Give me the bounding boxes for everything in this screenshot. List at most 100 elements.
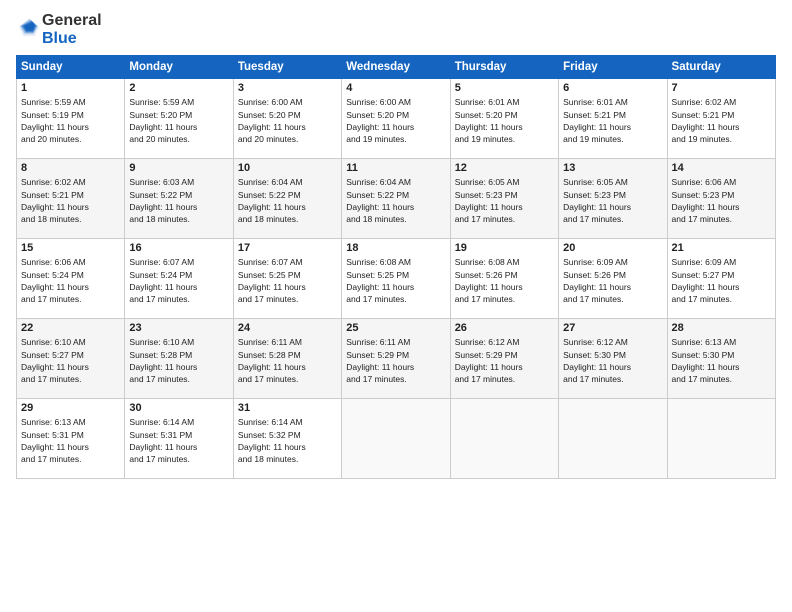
day-info: Sunrise: 6:00 AM Sunset: 5:20 PM Dayligh… [238, 96, 337, 145]
day-cell: 30Sunrise: 6:14 AM Sunset: 5:31 PM Dayli… [125, 399, 233, 479]
day-cell: 2 Sunrise: 5:59 AM Sunset: 5:20 PM Daylig… [125, 79, 233, 159]
day-cell [667, 399, 775, 479]
day-info: Sunrise: 6:12 AM Sunset: 5:29 PM Dayligh… [455, 336, 554, 385]
day-number: 4 [346, 82, 445, 94]
day-number: 6 [563, 82, 662, 94]
day-number: 22 [21, 322, 120, 334]
day-cell: 20Sunrise: 6:09 AM Sunset: 5:26 PM Dayli… [559, 239, 667, 319]
day-number: 8 [21, 162, 120, 174]
day-number: 7 [672, 82, 771, 94]
day-cell: 13 Sunrise: 6:05 AM Sunset: 5:23 PM Dayli… [559, 159, 667, 239]
calendar-table: Sunday Monday Tuesday Wednesday Thursday… [16, 55, 776, 479]
col-tuesday: Tuesday [233, 56, 341, 79]
day-number: 2 [129, 82, 228, 94]
day-info: Sunrise: 6:07 AM Sunset: 5:24 PM Dayligh… [129, 256, 228, 305]
calendar-page: General Blue Sunday Monday Tuesday Wedne… [0, 0, 792, 612]
day-number: 11 [346, 162, 445, 174]
header: General Blue [16, 12, 776, 47]
day-cell: 5 Sunrise: 6:01 AM Sunset: 5:20 PM Daylig… [450, 79, 558, 159]
day-info: Sunrise: 6:03 AM Sunset: 5:22 PM Dayligh… [129, 176, 228, 225]
day-number: 13 [563, 162, 662, 174]
col-sunday: Sunday [17, 56, 125, 79]
day-number: 26 [455, 322, 554, 334]
day-info: Sunrise: 6:12 AM Sunset: 5:30 PM Dayligh… [563, 336, 662, 385]
logo-blue-text: Blue [42, 30, 102, 48]
day-cell: 18Sunrise: 6:08 AM Sunset: 5:25 PM Dayli… [342, 239, 450, 319]
day-info: Sunrise: 6:00 AM Sunset: 5:20 PM Dayligh… [346, 96, 445, 145]
day-cell: 24 Sunrise: 6:11 AM Sunset: 5:28 PM Dayli… [233, 319, 341, 399]
week-row-2: 8Sunrise: 6:02 AM Sunset: 5:21 PM Daylig… [17, 159, 776, 239]
day-info: Sunrise: 6:09 AM Sunset: 5:27 PM Dayligh… [672, 256, 771, 305]
day-number: 28 [672, 322, 771, 334]
col-wednesday: Wednesday [342, 56, 450, 79]
day-info: Sunrise: 6:06 AM Sunset: 5:23 PM Dayligh… [672, 176, 771, 225]
day-number: 25 [346, 322, 445, 334]
day-cell: 31 Sunrise: 6:14 AM Sunset: 5:32 PM Dayli… [233, 399, 341, 479]
day-info: Sunrise: 6:08 AM Sunset: 5:25 PM Dayligh… [346, 256, 445, 305]
day-info: Sunrise: 6:14 AM Sunset: 5:32 PM Dayligh… [238, 416, 337, 465]
day-cell: 25Sunrise: 6:11 AM Sunset: 5:29 PM Dayli… [342, 319, 450, 399]
day-cell: 29Sunrise: 6:13 AM Sunset: 5:31 PM Dayli… [17, 399, 125, 479]
day-number: 5 [455, 82, 554, 94]
day-cell: 16 Sunrise: 6:07 AM Sunset: 5:24 PM Dayli… [125, 239, 233, 319]
day-cell: 27 Sunrise: 6:12 AM Sunset: 5:30 PM Dayli… [559, 319, 667, 399]
day-info: Sunrise: 6:04 AM Sunset: 5:22 PM Dayligh… [238, 176, 337, 225]
day-number: 21 [672, 242, 771, 254]
day-info: Sunrise: 6:01 AM Sunset: 5:20 PM Dayligh… [455, 96, 554, 145]
day-cell: 28 Sunrise: 6:13 AM Sunset: 5:30 PM Dayli… [667, 319, 775, 399]
day-info: Sunrise: 6:05 AM Sunset: 5:23 PM Dayligh… [563, 176, 662, 225]
day-cell: 9 Sunrise: 6:03 AM Sunset: 5:22 PM Daylig… [125, 159, 233, 239]
col-saturday: Saturday [667, 56, 775, 79]
day-cell: 4 Sunrise: 6:00 AM Sunset: 5:20 PM Daylig… [342, 79, 450, 159]
day-info: Sunrise: 6:05 AM Sunset: 5:23 PM Dayligh… [455, 176, 554, 225]
day-cell: 21 Sunrise: 6:09 AM Sunset: 5:27 PM Dayli… [667, 239, 775, 319]
day-info: Sunrise: 6:01 AM Sunset: 5:21 PM Dayligh… [563, 96, 662, 145]
day-info: Sunrise: 6:11 AM Sunset: 5:28 PM Dayligh… [238, 336, 337, 385]
day-number: 15 [21, 242, 120, 254]
week-row-1: 1 Sunrise: 5:59 AM Sunset: 5:19 PM Daylig… [17, 79, 776, 159]
day-info: Sunrise: 6:07 AM Sunset: 5:25 PM Dayligh… [238, 256, 337, 305]
day-cell: 8Sunrise: 6:02 AM Sunset: 5:21 PM Daylig… [17, 159, 125, 239]
day-number: 20 [563, 242, 662, 254]
day-info: Sunrise: 6:10 AM Sunset: 5:27 PM Dayligh… [21, 336, 120, 385]
logo: General Blue [16, 12, 102, 47]
day-info: Sunrise: 5:59 AM Sunset: 5:20 PM Dayligh… [129, 96, 228, 145]
day-cell: 3 Sunrise: 6:00 AM Sunset: 5:20 PM Daylig… [233, 79, 341, 159]
day-number: 23 [129, 322, 228, 334]
day-cell: 22 Sunrise: 6:10 AM Sunset: 5:27 PM Dayli… [17, 319, 125, 399]
day-cell: 6 Sunrise: 6:01 AM Sunset: 5:21 PM Daylig… [559, 79, 667, 159]
day-info: Sunrise: 5:59 AM Sunset: 5:19 PM Dayligh… [21, 96, 120, 145]
day-cell: 12Sunrise: 6:05 AM Sunset: 5:23 PM Dayli… [450, 159, 558, 239]
day-cell [342, 399, 450, 479]
week-row-4: 22 Sunrise: 6:10 AM Sunset: 5:27 PM Dayli… [17, 319, 776, 399]
day-cell: 17 Sunrise: 6:07 AM Sunset: 5:25 PM Dayli… [233, 239, 341, 319]
day-cell: 15 Sunrise: 6:06 AM Sunset: 5:24 PM Dayli… [17, 239, 125, 319]
day-number: 10 [238, 162, 337, 174]
day-cell [450, 399, 558, 479]
day-number: 31 [238, 402, 337, 414]
day-info: Sunrise: 6:08 AM Sunset: 5:26 PM Dayligh… [455, 256, 554, 305]
day-number: 9 [129, 162, 228, 174]
col-thursday: Thursday [450, 56, 558, 79]
day-number: 27 [563, 322, 662, 334]
day-number: 24 [238, 322, 337, 334]
week-row-3: 15 Sunrise: 6:06 AM Sunset: 5:24 PM Dayli… [17, 239, 776, 319]
day-number: 3 [238, 82, 337, 94]
day-cell: 10 Sunrise: 6:04 AM Sunset: 5:22 PM Dayli… [233, 159, 341, 239]
day-number: 16 [129, 242, 228, 254]
day-info: Sunrise: 6:06 AM Sunset: 5:24 PM Dayligh… [21, 256, 120, 305]
day-cell: 7Sunrise: 6:02 AM Sunset: 5:21 PM Daylig… [667, 79, 775, 159]
day-number: 14 [672, 162, 771, 174]
day-info: Sunrise: 6:04 AM Sunset: 5:22 PM Dayligh… [346, 176, 445, 225]
day-cell [559, 399, 667, 479]
week-row-5: 29Sunrise: 6:13 AM Sunset: 5:31 PM Dayli… [17, 399, 776, 479]
day-cell: 1 Sunrise: 5:59 AM Sunset: 5:19 PM Daylig… [17, 79, 125, 159]
day-info: Sunrise: 6:10 AM Sunset: 5:28 PM Dayligh… [129, 336, 228, 385]
day-cell: 23 Sunrise: 6:10 AM Sunset: 5:28 PM Dayli… [125, 319, 233, 399]
day-cell: 11 Sunrise: 6:04 AM Sunset: 5:22 PM Dayli… [342, 159, 450, 239]
day-info: Sunrise: 6:13 AM Sunset: 5:30 PM Dayligh… [672, 336, 771, 385]
day-number: 1 [21, 82, 120, 94]
day-cell: 14 Sunrise: 6:06 AM Sunset: 5:23 PM Dayli… [667, 159, 775, 239]
day-number: 30 [129, 402, 228, 414]
day-number: 17 [238, 242, 337, 254]
